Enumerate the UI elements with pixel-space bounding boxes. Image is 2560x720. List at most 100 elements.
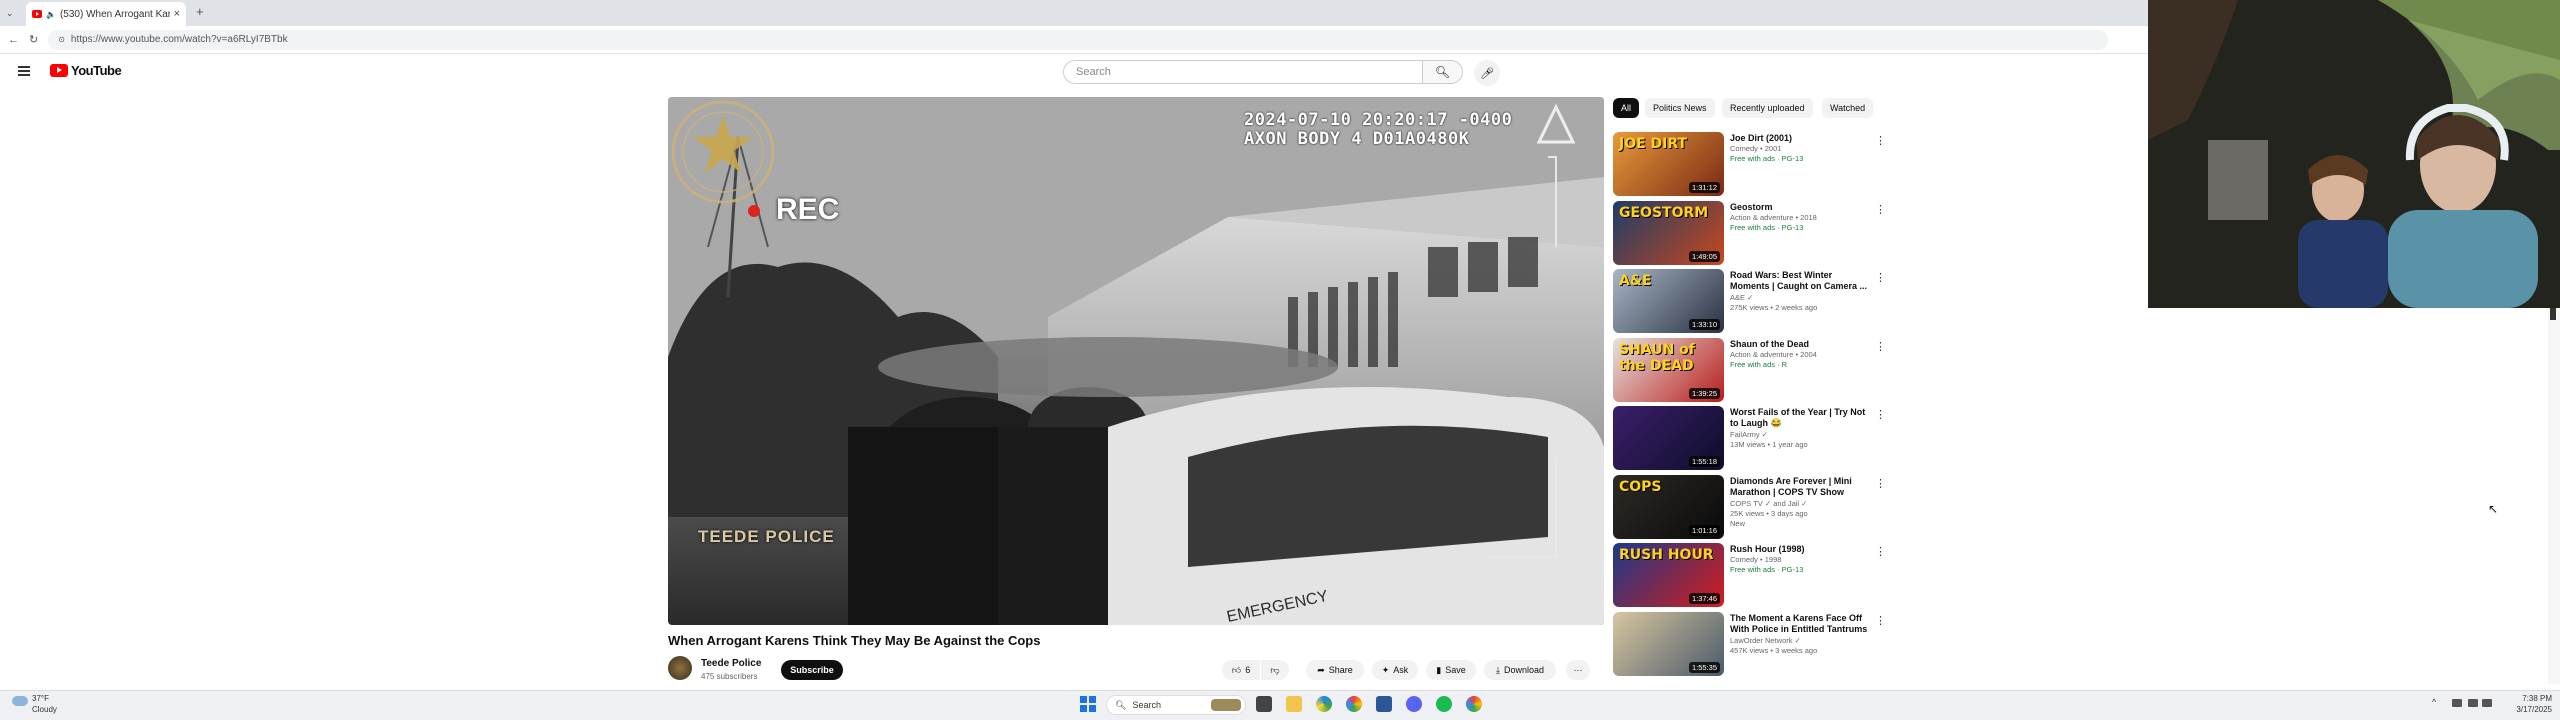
voice-search-button[interactable]: 🎤︎	[1474, 60, 1500, 86]
recommendation-title[interactable]: Joe Dirt (2001)	[1730, 133, 1870, 144]
video-duration: 1:55:18	[1688, 456, 1720, 467]
recommendation-item[interactable]: 1:55:18 Worst Fails of the Year | Try Not…	[1613, 406, 1886, 472]
new-tab-button[interactable]: +	[196, 4, 204, 19]
recommendation-item[interactable]: 1:55:35 The Moment a Karens Face Off With…	[1613, 611, 1886, 678]
recommendation-title[interactable]: The Moment a Karens Face Off With Police…	[1730, 613, 1870, 635]
spotify-icon[interactable]	[1436, 696, 1452, 712]
file-explorer-icon[interactable]	[1286, 696, 1302, 712]
search-icon: 🔍︎	[1115, 699, 1127, 710]
recommendation-item[interactable]: COPS 1:01:16 Diamonds Are Forever | Mini M…	[1613, 474, 1886, 541]
chrome-icon[interactable]	[1346, 696, 1362, 712]
recommendation-title[interactable]: Geostorm	[1730, 202, 1870, 213]
recommendation-channel: Comedy • 1998	[1730, 555, 1782, 564]
share-button[interactable]: ➦ Share	[1306, 660, 1364, 680]
microphone-tray-icon[interactable]	[2452, 699, 2462, 707]
recommendation-title[interactable]: Shaun of the Dead	[1730, 339, 1870, 350]
recommendation-thumbnail[interactable]: GEOSTORM 1:49:05	[1613, 200, 1724, 265]
chrome-profile-icon[interactable]	[1466, 696, 1482, 712]
recommendation-item[interactable]: SHAUN of the DEAD 1:39:25 Shaun of the Dea…	[1613, 337, 1886, 404]
reload-icon[interactable]: ↻	[29, 33, 38, 46]
more-vert-icon[interactable]: ⋮	[1875, 271, 1886, 284]
more-vert-icon[interactable]: ⋮	[1875, 545, 1886, 558]
chip-recently-uploaded[interactable]: Recently uploaded	[1722, 98, 1813, 118]
recommendation-item[interactable]: A&E 1:33:10 Road Wars: Best Winter Moments…	[1613, 269, 1886, 335]
dislike-button[interactable]: 👎︎	[1261, 660, 1289, 680]
search-input[interactable]: Search	[1063, 60, 1423, 84]
taskbar-search[interactable]: 🔍︎ Search	[1106, 695, 1246, 715]
more-vert-icon[interactable]: ⋮	[1875, 477, 1886, 490]
volume-icon[interactable]	[2482, 699, 2492, 707]
chip-politics-news[interactable]: Politics News	[1645, 98, 1715, 118]
channel-name[interactable]: Teede Police	[701, 658, 761, 669]
video-duration: 1:37:46	[1688, 593, 1720, 604]
tab-close-icon[interactable]: ×	[174, 8, 180, 20]
download-button[interactable]: ⤓ Download	[1484, 660, 1556, 680]
webcam-feed	[2148, 0, 2560, 308]
recommendation-title[interactable]: Road Wars: Best Winter Moments | Caught …	[1730, 270, 1870, 292]
youtube-logo-text: YouTube	[71, 63, 122, 78]
recommendation-thumbnail[interactable]: COPS 1:01:16	[1613, 474, 1724, 539]
youtube-logo[interactable]: YouTube	[50, 63, 122, 78]
like-button[interactable]: 👍︎ 6	[1222, 660, 1260, 680]
ask-button[interactable]: ✦ Ask	[1372, 660, 1418, 680]
video-player[interactable]: EMERGENCY 2024-07-10 20:20:17 -0400 AXON…	[668, 97, 1604, 625]
subscribe-button[interactable]: Subscribe	[781, 660, 843, 680]
tray-overflow-chevron-icon[interactable]: ^	[2432, 697, 2436, 707]
weather-temperature[interactable]: 37°F	[32, 694, 49, 703]
recommendation-thumbnail[interactable]: SHAUN of the DEAD 1:39:25	[1613, 337, 1724, 402]
recommendation-thumbnail[interactable]: A&E 1:33:10	[1613, 269, 1724, 333]
audio-muted-icon[interactable]: 🔈	[46, 10, 56, 19]
menu-icon[interactable]	[18, 66, 30, 76]
discord-icon[interactable]	[1406, 696, 1422, 712]
more-vert-icon[interactable]: ⋮	[1875, 134, 1886, 147]
save-button[interactable]: ▮ Save	[1426, 660, 1476, 680]
browser-tab-youtube[interactable]: 🔈 (530) When Arrogant Karens ×	[26, 2, 186, 26]
recommendation-item[interactable]: GEOSTORM 1:49:05 Geostorm Action & adventur…	[1613, 200, 1886, 267]
youtube-logo-icon	[50, 64, 68, 77]
start-button[interactable]	[1080, 696, 1096, 712]
scrollbar-thumb[interactable]	[2550, 308, 2556, 320]
chip-all[interactable]: All	[1613, 98, 1640, 118]
network-icon[interactable]	[2468, 699, 2478, 707]
recommendation-title[interactable]: Rush Hour (1998)	[1730, 544, 1870, 555]
download-label: Download	[1503, 665, 1544, 675]
recommendation-thumbnail[interactable]: 1:55:18	[1613, 406, 1724, 470]
recommendation-thumbnail[interactable]: JOE DIRT 1:31:12	[1613, 132, 1724, 196]
recommendation-thumbnail[interactable]: 1:55:35	[1613, 611, 1724, 676]
more-vert-icon[interactable]: ⋮	[1875, 203, 1886, 216]
cloud-icon[interactable]	[12, 696, 28, 706]
more-vert-icon[interactable]: ⋮	[1875, 408, 1886, 421]
page-scrollbar[interactable]	[2548, 308, 2560, 684]
webcam-overlay	[2148, 0, 2560, 308]
download-icon: ⤓	[1495, 664, 1500, 675]
site-info-icon[interactable]: ⊙	[58, 35, 65, 44]
recommendation-title[interactable]: Diamonds Are Forever | Mini Marathon | C…	[1730, 476, 1870, 498]
clock-time[interactable]: 7:38 PM	[2506, 694, 2552, 703]
weather-description[interactable]: Cloudy	[32, 705, 57, 714]
recommendation-item[interactable]: JOE DIRT 1:31:12 Joe Dirt (2001) Comedy • 2…	[1613, 132, 1886, 198]
recommendation-item[interactable]: RUSH HOUR 1:37:46 Rush Hour (1998) Comedy •…	[1613, 543, 1886, 609]
bodycam-timestamp: 2024-07-10 20:20:17 -0400 AXON BODY 4 D0…	[1244, 110, 1513, 149]
recommendation-views: 25K views • 3 days ago	[1730, 508, 1808, 518]
more-vert-icon[interactable]: ⋮	[1875, 614, 1886, 627]
channel-avatar[interactable]	[668, 656, 692, 680]
tab-list-chevron-icon[interactable]: ⌄	[6, 8, 14, 19]
recommendation-thumbnail[interactable]: RUSH HOUR 1:37:46	[1613, 543, 1724, 607]
task-view-icon[interactable]	[1256, 696, 1272, 712]
recommendation-title[interactable]: Worst Fails of the Year | Try Not to Lau…	[1730, 407, 1870, 429]
edge-icon[interactable]	[1316, 696, 1332, 712]
bookmark-icon: ▮	[1436, 664, 1442, 675]
video-duration: 1:33:10	[1688, 319, 1720, 330]
more-vert-icon[interactable]: ⋮	[1875, 340, 1886, 353]
back-arrow-icon[interactable]: ←	[8, 34, 19, 46]
search-button[interactable]: 🔍︎	[1423, 60, 1463, 84]
recommendation-channel: Action & adventure • 2018	[1730, 212, 1817, 222]
clock-date[interactable]: 3/17/2025	[2506, 705, 2552, 714]
chip-watched[interactable]: Watched	[1822, 98, 1874, 118]
like-count: 6	[1245, 665, 1251, 675]
windows-logo-icon	[1080, 696, 1088, 704]
store-icon[interactable]	[1376, 696, 1392, 712]
more-actions-button[interactable]: ···	[1566, 660, 1590, 680]
video-duration: 1:49:05	[1688, 250, 1720, 262]
address-bar[interactable]: ⊙ https://www.youtube.com/watch?v=a6RLyI…	[48, 29, 2109, 50]
